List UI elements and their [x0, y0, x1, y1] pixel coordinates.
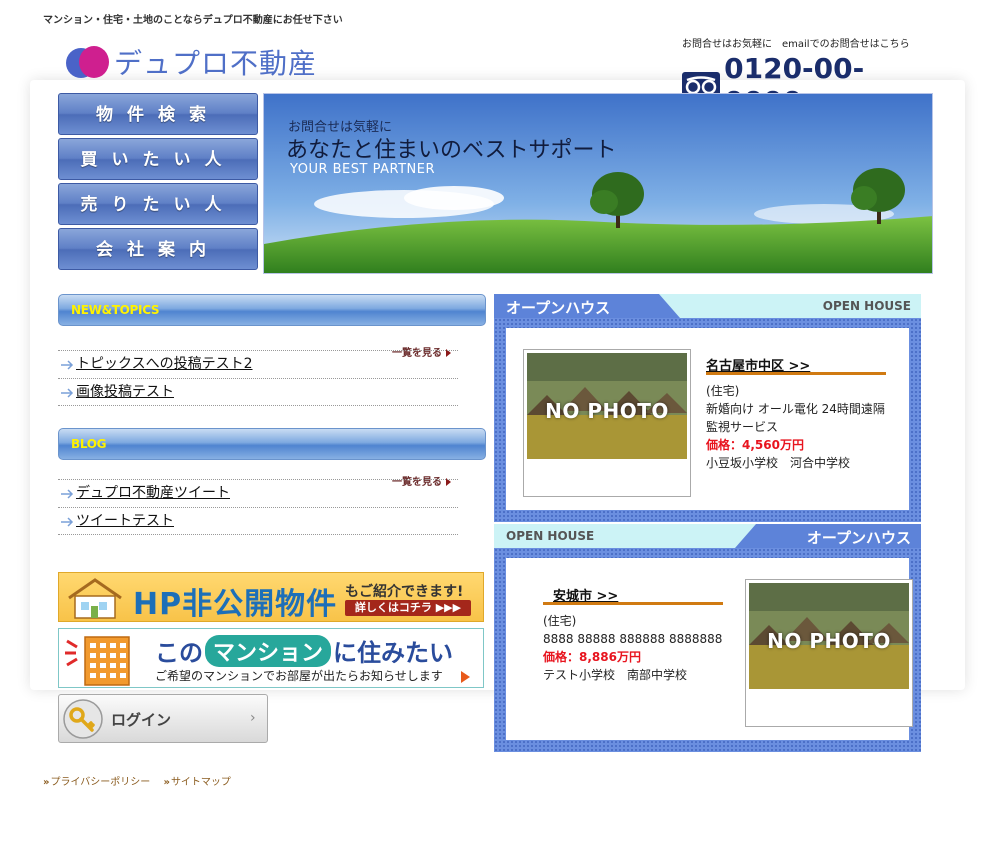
hero-english: YOUR BEST PARTNER — [290, 162, 435, 177]
openhouse-card-1[interactable]: NO PHOTO 名古屋市中区 >> (住宅) 新婚向け オール電化 24時間遠… — [506, 328, 909, 510]
arrow-icon — [61, 388, 74, 398]
list-item[interactable]: ツイートテスト — [58, 507, 458, 535]
arrow-icon — [61, 489, 74, 499]
property-photo[interactable]: NO PHOTO — [745, 579, 913, 727]
blog-list: デュプロ不動産ツイート ツイートテスト — [58, 479, 458, 535]
list-item[interactable]: トピックスへの投稿テスト2 — [58, 350, 458, 378]
nav-property-search[interactable]: 物件検索 — [58, 93, 258, 135]
property-underline — [706, 372, 886, 375]
list-item[interactable]: デュプロ不動産ツイート — [58, 479, 458, 507]
play-arrow-icon — [461, 671, 470, 683]
blog-heading: BLOG — [58, 428, 486, 460]
topics-heading: NEW&TOPICS — [58, 294, 486, 326]
hp-banner-sub: もご紹介できます! — [345, 584, 464, 600]
property-underline — [543, 602, 723, 605]
hero-title: あなたと住まいのベストサポート — [286, 138, 617, 163]
key-icon — [63, 699, 103, 739]
openhouse-heading: OPEN HOUSE オープンハウス — [494, 524, 921, 548]
topic-link[interactable]: トピックスへの投稿テスト2 — [76, 356, 253, 372]
hp-banner-main: HP非公開物件 — [133, 587, 338, 622]
sitemap-link[interactable]: サイトマップ — [163, 777, 230, 788]
openhouse-heading: オープンハウス OPEN HOUSE — [494, 294, 921, 318]
mansion-banner-headline: この マンション に住みたい — [155, 633, 453, 668]
login-button[interactable]: ログイン › — [58, 694, 268, 743]
privacy-policy-link[interactable]: プライバシーポリシー — [43, 777, 150, 788]
openhouse-panel-2: OPEN HOUSE オープンハウス 安城市 >> (住宅) 8888 8888… — [494, 524, 921, 752]
chevron-right-icon: › — [250, 710, 256, 726]
mansion-notify-banner[interactable]: この マンション に住みたい ご希望のマンションでお部屋が出たらお知らせします — [58, 628, 484, 688]
property-details: (住宅) 8888 88888 888888 8888888 価格：8,886万… — [543, 614, 723, 682]
property-photo[interactable]: NO PHOTO — [523, 349, 691, 497]
footer-links: プライバシーポリシー サイトマップ — [43, 773, 241, 788]
nav-buyers[interactable]: 買いたい人 — [58, 138, 258, 180]
logo-mark-icon — [66, 45, 112, 79]
openhouse-card-2[interactable]: 安城市 >> (住宅) 8888 88888 888888 8888888 価格… — [506, 558, 913, 740]
login-label: ログイン — [111, 711, 172, 729]
blog-link[interactable]: デュプロ不動産ツイート — [76, 485, 230, 501]
house-icon — [68, 578, 122, 619]
arrow-icon — [61, 517, 74, 527]
hp-banner-cta[interactable]: 詳しくはコチラ ▶▶▶ — [345, 600, 471, 616]
hp-private-listings-banner[interactable]: HP非公開物件 もご紹介できます! 詳しくはコチラ ▶▶▶ — [58, 572, 484, 622]
site-tagline: マンション・住宅・土地のことならデュプロ不動産にお任せ下さい — [43, 15, 343, 26]
nav-sellers[interactable]: 売りたい人 — [58, 183, 258, 225]
hero-banner: お問合せは気軽に あなたと住まいのベストサポート YOUR BEST PARTN… — [263, 93, 933, 274]
logo-text: デュプロ不動産 — [114, 47, 318, 80]
topics-list: トピックスへの投稿テスト2 画像投稿テスト — [58, 350, 458, 406]
nav-company[interactable]: 会社案内 — [58, 228, 258, 270]
list-item[interactable]: 画像投稿テスト — [58, 378, 458, 406]
blog-link[interactable]: ツイートテスト — [76, 513, 174, 529]
topic-link[interactable]: 画像投稿テスト — [76, 384, 174, 400]
openhouse-panel-1: オープンハウス OPEN HOUSE NO PHOTO 名古屋市中区 >> (住… — [494, 294, 921, 522]
arrow-icon — [61, 360, 74, 370]
building-icon — [65, 636, 130, 686]
site-logo[interactable]: デュプロ不動産 — [66, 42, 317, 82]
main-nav: 物件検索 買いたい人 売りたい人 会社案内 — [58, 93, 258, 273]
contact-note[interactable]: お問合せはお気軽に emailでのお問合せはこちら — [682, 35, 932, 50]
property-details: (住宅) 新婚向け オール電化 24時間遠隔監視サービス 価格：4,560万円 … — [706, 384, 885, 470]
mansion-banner-sub: ご希望のマンションでお部屋が出たらお知らせします — [155, 669, 443, 683]
